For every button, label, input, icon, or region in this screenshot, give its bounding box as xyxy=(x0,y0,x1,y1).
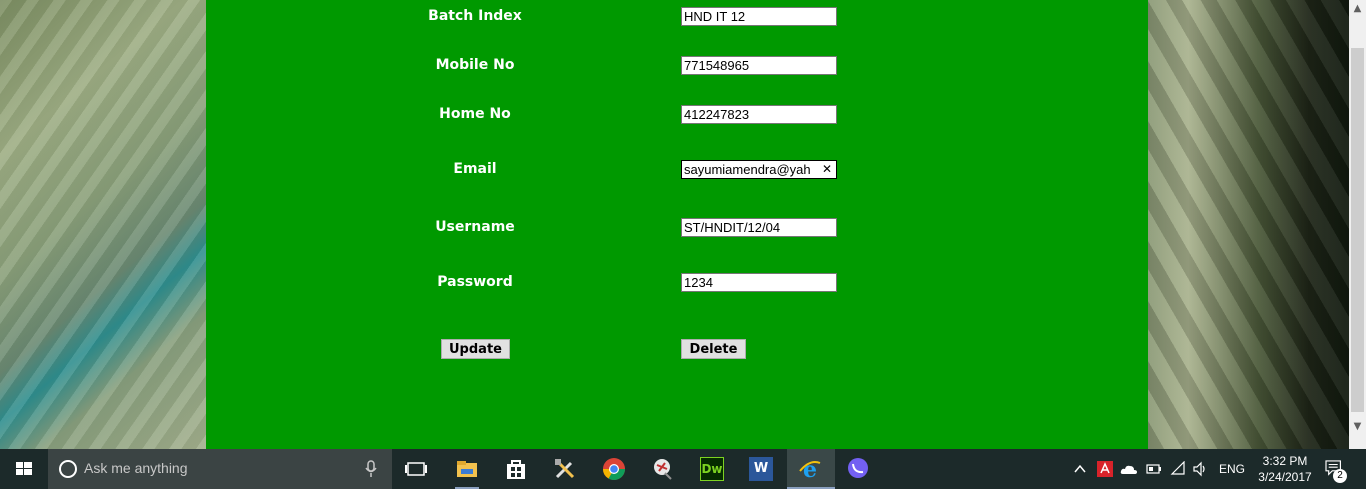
mobile-no-field[interactable]: 771548965 xyxy=(681,56,837,75)
onedrive-icon[interactable] xyxy=(1120,461,1138,477)
chevron-up-icon[interactable] xyxy=(1072,461,1088,477)
notification-badge: 2 xyxy=(1333,469,1347,483)
batch-index-label: Batch Index xyxy=(428,8,522,24)
svg-text:e: e xyxy=(803,457,817,481)
taskbar: Ask me anything Dw W e ENG 3:32 PM 3/24/… xyxy=(0,449,1366,489)
email-label: Email xyxy=(453,161,497,177)
task-view-icon[interactable] xyxy=(404,457,428,481)
start-button[interactable] xyxy=(0,449,48,489)
batch-index-field[interactable]: HND IT 12 xyxy=(681,7,837,26)
cortana-icon xyxy=(59,460,77,478)
mobile-no-label: Mobile No xyxy=(435,57,515,73)
desktop-wallpaper-right xyxy=(1148,0,1349,449)
clear-icon[interactable]: ✕ xyxy=(822,161,832,178)
tools-icon[interactable] xyxy=(553,457,577,481)
app-icon[interactable] xyxy=(651,457,675,481)
username-label: Username xyxy=(435,219,515,235)
viber-icon[interactable] xyxy=(846,457,870,481)
clock[interactable]: 3:32 PM 3/24/2017 xyxy=(1254,449,1316,489)
delete-button[interactable]: Delete xyxy=(681,339,746,359)
clock-time: 3:32 PM xyxy=(1262,454,1308,468)
email-field[interactable]: sayumiamendra@yah ✕ xyxy=(681,160,837,179)
battery-icon[interactable] xyxy=(1146,461,1162,477)
scroll-down-icon[interactable]: ▼ xyxy=(1349,418,1366,435)
microphone-icon[interactable] xyxy=(364,460,378,478)
internet-explorer-icon[interactable]: e xyxy=(798,457,822,481)
volume-icon[interactable] xyxy=(1192,461,1208,477)
dreamweaver-icon[interactable]: Dw xyxy=(700,457,724,481)
language-indicator[interactable]: ENG xyxy=(1219,449,1245,489)
update-button[interactable]: Update xyxy=(441,339,510,359)
scroll-up-icon[interactable]: ▲ xyxy=(1349,0,1366,17)
password-label: Password xyxy=(437,274,513,290)
scrollbar-thumb[interactable] xyxy=(1351,48,1364,412)
home-no-label: Home No xyxy=(439,106,511,122)
store-icon[interactable] xyxy=(504,457,528,481)
windows-logo-icon xyxy=(16,462,32,475)
file-explorer-icon[interactable] xyxy=(455,457,479,481)
search-box[interactable]: Ask me anything xyxy=(48,449,392,489)
email-value: sayumiamendra@yah xyxy=(684,162,811,177)
chrome-icon[interactable] xyxy=(602,457,626,481)
antivirus-icon[interactable] xyxy=(1097,461,1113,477)
word-icon[interactable]: W xyxy=(749,457,773,481)
clock-date: 3/24/2017 xyxy=(1258,470,1312,484)
password-field[interactable]: 1234 xyxy=(681,273,837,292)
username-field[interactable]: ST/HNDIT/12/04 xyxy=(681,218,837,237)
wifi-icon[interactable] xyxy=(1170,461,1186,477)
form-panel xyxy=(206,0,1148,449)
desktop-wallpaper-left xyxy=(0,0,206,449)
search-placeholder: Ask me anything xyxy=(84,460,188,476)
home-no-field[interactable]: 412247823 xyxy=(681,105,837,124)
